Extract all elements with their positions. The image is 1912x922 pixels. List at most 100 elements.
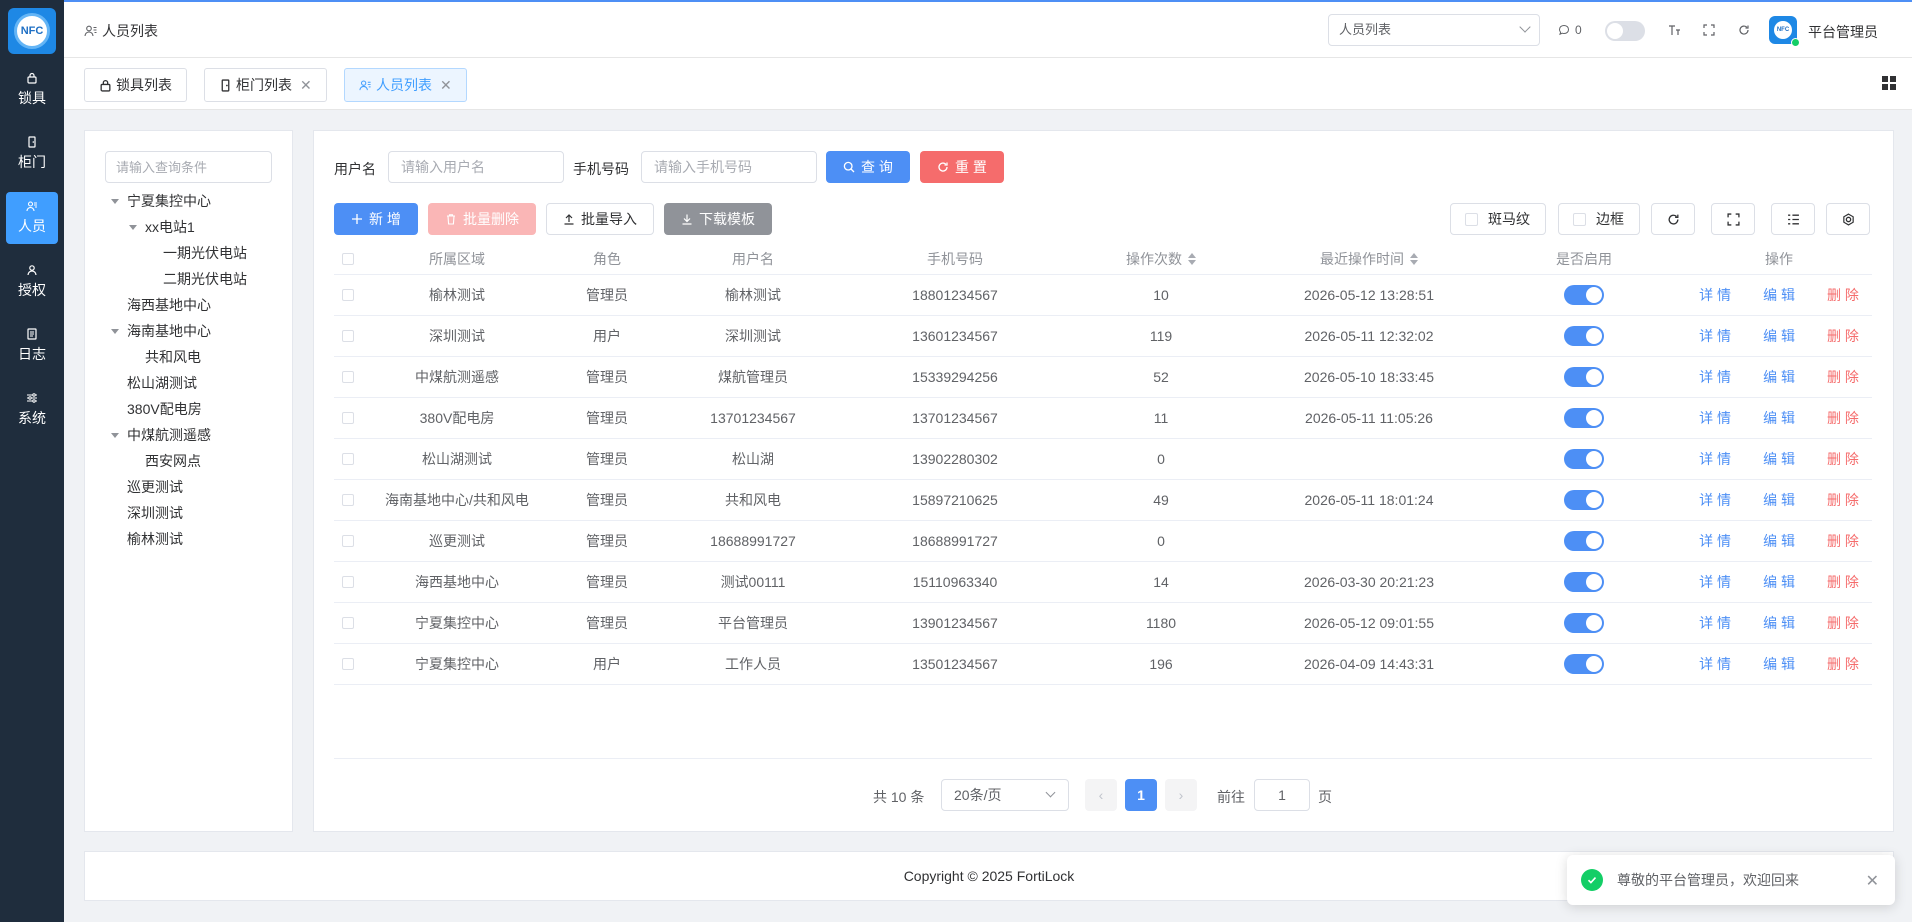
tab-locks[interactable]: 锁具列表 [84, 68, 187, 102]
tab-users[interactable]: 人员列表 ✕ [344, 68, 467, 102]
avatar[interactable]: NFC [1769, 16, 1800, 47]
tree-search-input[interactable] [105, 151, 272, 183]
edit-link[interactable]: 编 辑 [1763, 285, 1795, 305]
phone-input[interactable] [641, 151, 817, 183]
table-fullscreen-button[interactable] [1711, 203, 1755, 235]
menu-search-select[interactable]: 人员列表 [1328, 14, 1540, 46]
prev-page-button[interactable]: ‹ [1085, 779, 1117, 811]
table-row[interactable]: 榆林测试 管理员 榆林测试 18801234567 10 2026-05-12 13:28… [334, 275, 1872, 316]
delete-link[interactable]: 删 除 [1827, 326, 1859, 346]
enabled-switch[interactable] [1564, 367, 1604, 387]
edit-link[interactable]: 编 辑 [1763, 613, 1795, 633]
sort-icon[interactable] [1188, 252, 1196, 265]
table-settings-button[interactable] [1826, 203, 1870, 235]
tree-node[interactable]: 巡更测试 [111, 475, 183, 499]
detail-link[interactable]: 详 情 [1699, 531, 1731, 551]
row-checkbox[interactable] [342, 617, 354, 629]
sidebar-item-locks[interactable]: 锁具 [6, 64, 58, 116]
sidebar-item-system[interactable]: 系统 [6, 384, 58, 436]
goto-page-input[interactable]: 1 [1254, 779, 1310, 811]
delete-link[interactable]: 删 除 [1827, 408, 1859, 428]
sort-icon[interactable] [1410, 252, 1418, 265]
enabled-switch[interactable] [1564, 285, 1604, 305]
table-row[interactable]: 巡更测试 管理员 18688991727 18688991727 0 详 情 编 辑 删 除 [334, 521, 1872, 562]
row-checkbox[interactable] [342, 494, 354, 506]
stripe-toggle[interactable]: 斑马纹 [1450, 203, 1546, 235]
page-number-button[interactable]: 1 [1125, 779, 1157, 811]
tree-node[interactable]: 一期光伏电站 [147, 241, 247, 265]
row-checkbox[interactable] [342, 371, 354, 383]
detail-link[interactable]: 详 情 [1699, 408, 1731, 428]
border-checkbox[interactable] [1573, 212, 1586, 226]
close-icon[interactable]: ✕ [1866, 871, 1879, 891]
detail-link[interactable]: 详 情 [1699, 490, 1731, 510]
row-checkbox[interactable] [342, 535, 354, 547]
tab-doors[interactable]: 柜门列表 ✕ [204, 68, 327, 102]
sidebar-item-authorization[interactable]: 授权 [6, 256, 58, 308]
table-row[interactable]: 宁夏集控中心 用户 工作人员 13501234567 196 2026-04-09 14:… [334, 644, 1872, 685]
sidebar-item-doors[interactable]: 柜门 [6, 128, 58, 180]
delete-link[interactable]: 删 除 [1827, 613, 1859, 633]
page-size-select[interactable]: 20条/页 [941, 779, 1069, 811]
tree-node[interactable]: 榆林测试 [111, 527, 183, 551]
detail-link[interactable]: 详 情 [1699, 326, 1731, 346]
query-button[interactable]: 查 询 [826, 151, 910, 183]
delete-link[interactable]: 删 除 [1827, 367, 1859, 387]
row-checkbox[interactable] [342, 576, 354, 588]
username-input[interactable] [388, 151, 564, 183]
tree-node[interactable]: 380V配电房 [111, 397, 202, 421]
enabled-switch[interactable] [1564, 490, 1604, 510]
caret-down-icon[interactable] [111, 432, 119, 438]
grid-menu-icon[interactable] [1882, 76, 1896, 90]
edit-link[interactable]: 编 辑 [1763, 531, 1795, 551]
detail-link[interactable]: 详 情 [1699, 449, 1731, 469]
next-page-button[interactable]: › [1165, 779, 1197, 811]
detail-link[interactable]: 详 情 [1699, 613, 1731, 633]
edit-link[interactable]: 编 辑 [1763, 572, 1795, 592]
message-button[interactable]: 0 [1558, 22, 1592, 38]
table-row[interactable]: 宁夏集控中心 管理员 平台管理员 13901234567 1180 2026-05-12 … [334, 603, 1872, 644]
col-ops-count[interactable]: 操作次数 [1066, 243, 1256, 274]
stripe-checkbox[interactable] [1465, 212, 1478, 226]
enabled-switch[interactable] [1564, 326, 1604, 346]
delete-link[interactable]: 删 除 [1827, 654, 1859, 674]
delete-link[interactable]: 删 除 [1827, 572, 1859, 592]
detail-link[interactable]: 详 情 [1699, 572, 1731, 592]
enabled-switch[interactable] [1564, 613, 1604, 633]
detail-link[interactable]: 详 情 [1699, 285, 1731, 305]
tree-node[interactable]: 海南基地中心 [111, 319, 211, 343]
table-row[interactable]: 海西基地中心 管理员 测试00111 15110963340 14 2026-03-30 … [334, 562, 1872, 603]
enabled-switch[interactable] [1564, 531, 1604, 551]
edit-link[interactable]: 编 辑 [1763, 449, 1795, 469]
delete-link[interactable]: 删 除 [1827, 285, 1859, 305]
theme-toggle[interactable] [1605, 21, 1645, 41]
app-logo[interactable]: NFC [8, 8, 56, 54]
tree-node[interactable]: 二期光伏电站 [147, 267, 247, 291]
tree-node[interactable]: 共和风电 [129, 345, 201, 369]
sidebar-item-logs[interactable]: 日志 [6, 320, 58, 372]
caret-down-icon[interactable] [111, 198, 119, 204]
tree-node[interactable]: 海西基地中心 [111, 293, 211, 317]
enabled-switch[interactable] [1564, 572, 1604, 592]
reset-button[interactable]: 重 置 [920, 151, 1004, 183]
download-template-button[interactable]: 下载模板 [664, 203, 772, 235]
enabled-switch[interactable] [1564, 408, 1604, 428]
edit-link[interactable]: 编 辑 [1763, 326, 1795, 346]
caret-down-icon[interactable] [111, 328, 119, 334]
batch-delete-button[interactable]: 批量删除 [428, 203, 536, 235]
table-row[interactable]: 松山湖测试 管理员 松山湖 13902280302 0 详 情 编 辑 删 除 [334, 439, 1872, 480]
detail-link[interactable]: 详 情 [1699, 367, 1731, 387]
delete-link[interactable]: 删 除 [1827, 490, 1859, 510]
edit-link[interactable]: 编 辑 [1763, 367, 1795, 387]
select-all-checkbox[interactable] [342, 252, 354, 265]
row-checkbox[interactable] [342, 453, 354, 465]
table-row[interactable]: 中煤航测遥感 管理员 煤航管理员 15339294256 52 2026-05-10 18… [334, 357, 1872, 398]
add-button[interactable]: 新 增 [334, 203, 418, 235]
tree-node[interactable]: 中煤航测遥感 [111, 423, 211, 447]
sidebar-item-users[interactable]: 人员 [6, 192, 58, 244]
row-checkbox[interactable] [342, 289, 354, 301]
row-checkbox[interactable] [342, 658, 354, 670]
detail-link[interactable]: 详 情 [1699, 654, 1731, 674]
close-icon[interactable]: ✕ [300, 77, 312, 94]
user-name[interactable]: 平台管理员 [1808, 22, 1878, 42]
